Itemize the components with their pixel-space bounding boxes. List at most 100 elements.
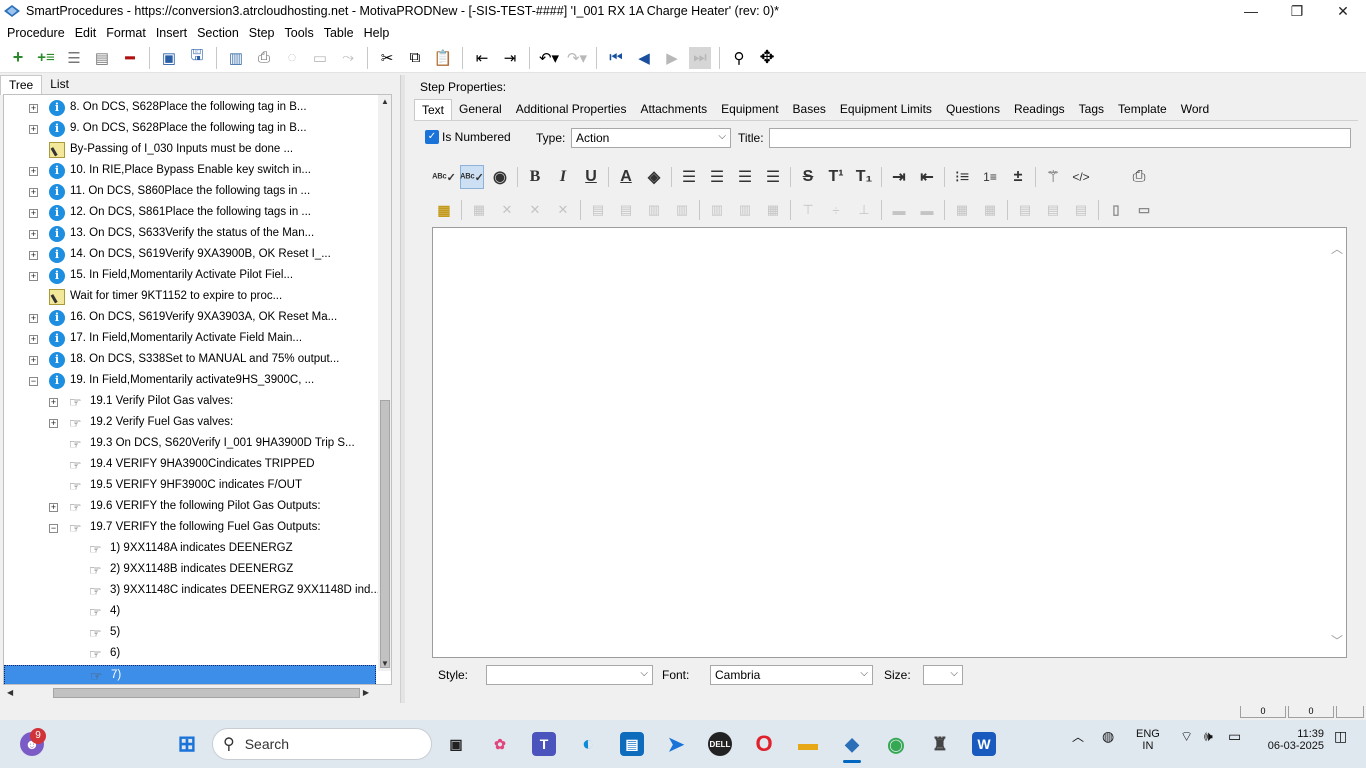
align-bottom-icon[interactable]: ⊥ — [852, 198, 876, 222]
expand-icon[interactable]: + — [29, 314, 38, 323]
insert-column-left-icon[interactable]: ▥ — [642, 198, 666, 222]
tab-questions[interactable]: Questions — [939, 99, 1007, 121]
tree-node[interactable]: ☞ 1) 9XX1148A indicates DEENERGZ — [4, 539, 376, 560]
menu-procedure[interactable]: Procedure — [2, 26, 70, 40]
tree-horizontal-scrollbar[interactable]: ◀ ▶ — [3, 686, 373, 700]
tree-node[interactable]: ☞ 2) 9XX1148B indicates DEENERGZ — [4, 560, 376, 581]
tree-node[interactable]: + i 8. On DCS, S628Place the following tag… — [4, 98, 376, 119]
edge-icon[interactable]: ◐ — [576, 732, 600, 756]
is-numbered-checkbox[interactable]: ✓ — [425, 130, 439, 144]
expand-icon[interactable]: + — [29, 188, 38, 197]
align-middle-icon[interactable]: ÷ — [824, 198, 848, 222]
previous-step-icon[interactable]: ◀ — [633, 47, 655, 69]
tree-node[interactable]: + i 14. On DCS, S619Verify 9XA3900B, OK Re… — [4, 245, 376, 266]
tree-node[interactable]: ☞ 19.5 VERIFY 9HF3900C indicates F/OUT — [4, 476, 376, 497]
tree-node[interactable]: + i 10. In RIE,Place Bypass Enable key swi… — [4, 161, 376, 182]
teams-icon[interactable]: T — [532, 732, 556, 756]
text-box-icon[interactable]: ▯ — [1104, 198, 1128, 222]
tab-tags[interactable]: Tags — [1072, 99, 1111, 121]
tree-node[interactable]: ☞ 6) — [4, 644, 376, 665]
tree-node[interactable]: + i 18. On DCS, S338Set to MANUAL and 75% … — [4, 350, 376, 371]
copilot-icon[interactable]: ✿ — [488, 732, 512, 756]
menu-tools[interactable]: Tools — [280, 26, 319, 40]
wifi-icon[interactable]: ⌔ — [1180, 728, 1193, 746]
panel-splitter[interactable] — [400, 75, 405, 703]
collapse-icon[interactable]: − — [29, 377, 38, 386]
add-substep-icon[interactable]: +≡ — [35, 47, 57, 69]
expand-icon[interactable]: + — [29, 104, 38, 113]
network-status-icon[interactable]: ◍ — [1102, 728, 1114, 745]
expand-icon[interactable]: + — [29, 251, 38, 260]
split-cells-icon[interactable]: ▥ — [705, 198, 729, 222]
tab-tree[interactable]: Tree — [0, 75, 43, 95]
delete-step-icon[interactable]: ━ — [119, 47, 141, 69]
show-hidden-icons-icon[interactable]: ︿ — [1072, 728, 1084, 745]
tab-word[interactable]: Word — [1174, 99, 1216, 121]
cut-icon[interactable]: ✂ — [376, 47, 398, 69]
expand-icon[interactable]: + — [29, 230, 38, 239]
bullet-list-icon[interactable]: ⁝≡ — [950, 165, 974, 189]
file-explorer-icon[interactable]: ▬ — [796, 732, 820, 756]
indent-icon[interactable]: ⇥ — [499, 47, 521, 69]
tab-attachments[interactable]: Attachments — [633, 99, 714, 121]
clock[interactable]: 11:39 06-03-2025 — [1262, 728, 1324, 752]
subscript-icon[interactable]: T₁ — [852, 165, 876, 189]
tree-node[interactable]: + i 17. In Field,Momentarily Activate Fiel… — [4, 329, 376, 350]
send-icon[interactable]: ➤ — [664, 732, 688, 756]
tree-node[interactable]: ☞ 7) — [4, 665, 376, 684]
tree-node[interactable]: + i 12. On DCS, S861Place the following ta… — [4, 203, 376, 224]
strikethrough-icon[interactable]: S — [796, 165, 820, 189]
expand-icon[interactable]: + — [29, 272, 38, 281]
next-step-icon[interactable]: ▶ — [661, 47, 683, 69]
menu-section[interactable]: Section — [192, 26, 244, 40]
tree-node[interactable]: + i 13. On DCS, S633Verify the status of t… — [4, 224, 376, 245]
spell-check-icon[interactable]: ᴬᴮᶜ✓ — [432, 165, 456, 189]
word-icon[interactable]: W — [972, 732, 996, 756]
menu-table[interactable]: Table — [319, 26, 359, 40]
numbered-list-icon[interactable]: 1≡ — [978, 165, 1002, 189]
italic-icon[interactable]: I — [551, 165, 575, 189]
undo-icon[interactable]: ↶▾ — [538, 47, 560, 69]
first-step-icon[interactable]: ⏮ — [605, 47, 627, 69]
search-replace-icon[interactable]: ⚲ — [728, 47, 750, 69]
expand-icon[interactable]: + — [29, 167, 38, 176]
tree-node[interactable]: + i 11. On DCS, S860Place the following ta… — [4, 182, 376, 203]
cell-properties-icon[interactable]: ▦ — [761, 198, 785, 222]
taskbar-search-input[interactable]: ⚲ Search — [212, 728, 432, 760]
link-icon[interactable]: ⤳ — [337, 47, 359, 69]
merge-cells-icon[interactable]: ▥ — [733, 198, 757, 222]
cell-right-icon[interactable]: ▤ — [1069, 198, 1093, 222]
last-step-icon[interactable]: ⏭ — [689, 46, 711, 69]
tab-text[interactable]: Text — [414, 99, 453, 121]
delete-row-icon[interactable]: ✕ — [523, 198, 547, 222]
font-color-icon[interactable]: A — [614, 165, 638, 189]
delete-table-icon[interactable]: ✕ — [495, 198, 519, 222]
scroll-left-icon[interactable]: ◀ — [7, 686, 13, 700]
copy-icon[interactable]: ⧉ — [404, 47, 426, 69]
menu-format[interactable]: Format — [101, 26, 151, 40]
align-top-icon[interactable]: ⊤ — [796, 198, 820, 222]
insert-table-icon[interactable]: ▦ — [432, 198, 456, 222]
cell-center-icon[interactable]: ▤ — [1041, 198, 1065, 222]
align-left-icon[interactable]: ☰ — [677, 165, 701, 189]
insert-row-below-icon[interactable]: ▤ — [614, 198, 638, 222]
field-icon[interactable]: ▭ — [1132, 198, 1156, 222]
tab-additional-properties[interactable]: Additional Properties — [509, 99, 634, 121]
outline-icon[interactable]: ▤ — [91, 47, 113, 69]
row-height-icon[interactable]: ▬ — [887, 198, 911, 222]
store-icon[interactable]: ▤ — [620, 732, 644, 756]
justify-icon[interactable]: ☰ — [761, 165, 785, 189]
redo-icon[interactable]: ↷▾ — [566, 47, 588, 69]
align-right-icon[interactable]: ☰ — [733, 165, 757, 189]
add-step-icon[interactable]: + — [7, 47, 29, 69]
expand-icon[interactable]: + — [29, 356, 38, 365]
collapse-icon[interactable]: − — [49, 524, 58, 533]
volume-icon[interactable]: 🕪 — [1204, 728, 1213, 745]
chrome-icon[interactable]: ◉ — [884, 732, 908, 756]
expand-icon[interactable]: + — [49, 398, 58, 407]
task-view-icon[interactable]: ▣ — [444, 732, 468, 756]
language-indicator[interactable]: ENG IN — [1136, 728, 1160, 752]
tab-general[interactable]: General — [452, 99, 509, 121]
column-width-icon[interactable]: ▬ — [915, 198, 939, 222]
menu-edit[interactable]: Edit — [70, 26, 102, 40]
